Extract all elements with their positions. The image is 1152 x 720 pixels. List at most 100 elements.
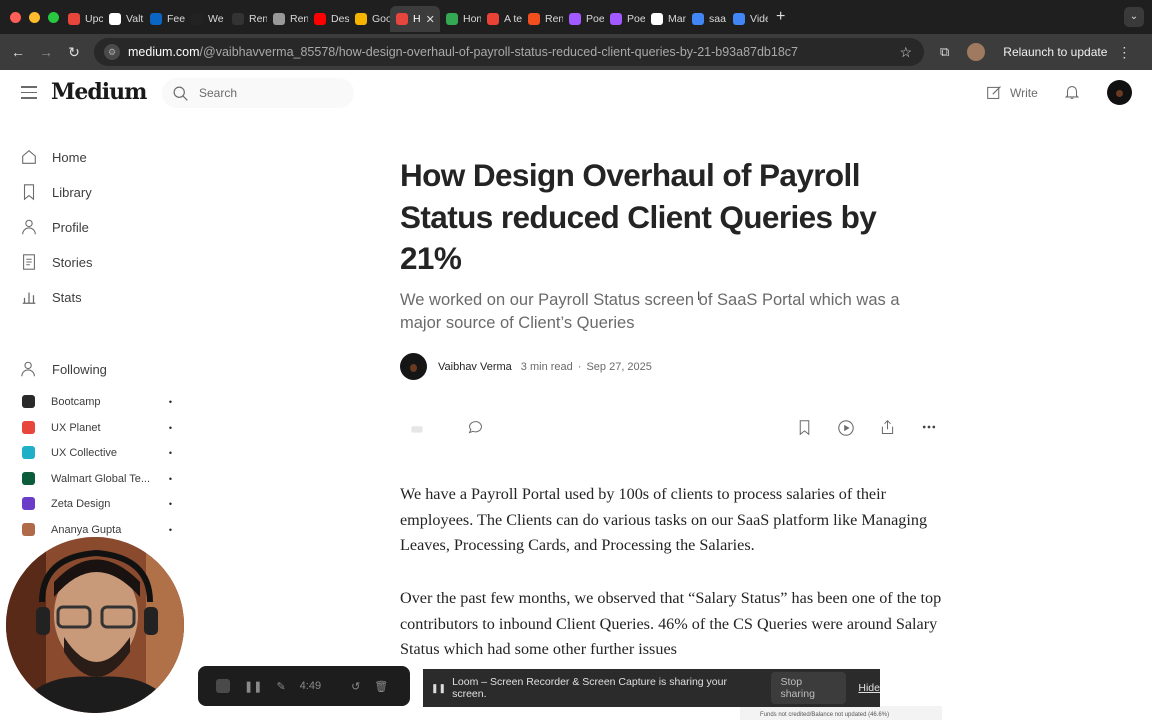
text-cursor-icon: I bbox=[697, 289, 701, 303]
following-item[interactable]: Bootcamp • bbox=[22, 395, 172, 408]
draw-icon[interactable]: ✎ bbox=[276, 680, 285, 693]
unread-dot-icon: • bbox=[168, 422, 172, 433]
search-input[interactable]: Search bbox=[162, 78, 354, 108]
relaunch-button[interactable]: Relaunch to update bbox=[995, 40, 1115, 64]
tab-label: H bbox=[413, 13, 421, 25]
comment-icon[interactable] bbox=[467, 419, 484, 436]
write-icon bbox=[987, 86, 1001, 99]
browser-tab[interactable]: Upc bbox=[62, 6, 103, 32]
following-item[interactable]: Ananya Gupta • bbox=[22, 523, 172, 536]
minimize-window-button[interactable] bbox=[29, 11, 40, 23]
browser-tab[interactable]: A te bbox=[481, 6, 522, 32]
stop-sharing-button[interactable]: Stop sharing bbox=[771, 672, 847, 704]
following-icon bbox=[21, 361, 35, 377]
browser-tab[interactable]: Goo bbox=[349, 6, 390, 32]
close-tab-icon[interactable]: ✕ bbox=[426, 13, 435, 26]
following-item[interactable]: UX Planet • bbox=[22, 421, 172, 434]
sidebar-item-home[interactable]: Home bbox=[20, 148, 87, 166]
maximize-window-button[interactable] bbox=[48, 11, 59, 23]
following-header[interactable]: Following bbox=[20, 360, 107, 378]
extensions-icon[interactable]: ⧉ bbox=[940, 44, 949, 60]
read-time: 3 min read bbox=[520, 360, 573, 373]
sidebar-item-stats[interactable]: Stats bbox=[20, 288, 82, 306]
bookmark-star-icon[interactable]: ☆ bbox=[899, 44, 912, 61]
pause-icon[interactable]: ❚❚ bbox=[244, 680, 262, 693]
menu-icon[interactable] bbox=[21, 86, 37, 103]
write-button[interactable]: Write bbox=[986, 84, 1038, 101]
publication-icon bbox=[22, 497, 35, 510]
browser-tab[interactable]: Poe bbox=[563, 6, 604, 32]
bookmark-add-icon[interactable] bbox=[796, 419, 813, 436]
notifications-bell-icon[interactable] bbox=[1063, 83, 1081, 106]
tab-search-icon[interactable]: ⌄ bbox=[1124, 7, 1144, 27]
sidebar-item-library[interactable]: Library bbox=[20, 183, 92, 201]
publication-icon bbox=[22, 395, 35, 408]
bookmark-icon bbox=[23, 184, 35, 201]
document-icon bbox=[23, 254, 35, 270]
tab-favicon-icon bbox=[733, 13, 745, 25]
hide-button[interactable]: Hide bbox=[858, 682, 880, 694]
browser-tab[interactable]: Ren bbox=[226, 6, 267, 32]
site-info-icon[interactable]: ⚙ bbox=[104, 44, 120, 60]
browser-tab[interactable]: H ✕ bbox=[390, 6, 440, 32]
author-avatar[interactable] bbox=[400, 353, 427, 380]
sidebar-item-stories[interactable]: Stories bbox=[20, 253, 92, 271]
back-icon[interactable]: ← bbox=[4, 44, 32, 60]
browser-tab[interactable]: We bbox=[185, 6, 226, 32]
delete-icon[interactable]: 🗑 bbox=[374, 680, 388, 693]
publication-icon bbox=[22, 523, 35, 536]
publication-icon bbox=[22, 472, 35, 485]
tab-favicon-icon bbox=[232, 13, 244, 25]
forward-icon[interactable]: → bbox=[32, 44, 60, 60]
following-item[interactable]: Walmart Global Te... • bbox=[22, 472, 172, 485]
reload-icon[interactable]: ↻ bbox=[60, 44, 88, 61]
browser-tab[interactable]: Ren bbox=[522, 6, 563, 32]
medium-logo[interactable]: Medium bbox=[51, 79, 147, 105]
restart-icon[interactable]: ↺ bbox=[351, 680, 360, 693]
bar-chart-icon bbox=[22, 292, 36, 304]
following-item[interactable]: Zeta Design • bbox=[22, 497, 172, 510]
browser-tab[interactable]: Vide bbox=[727, 6, 768, 32]
tab-favicon-icon bbox=[396, 13, 408, 25]
listen-play-icon[interactable] bbox=[837, 419, 855, 437]
close-window-button[interactable] bbox=[10, 11, 21, 23]
following-item-label: UX Collective bbox=[51, 446, 118, 459]
recording-timer: 4:49 bbox=[299, 680, 322, 692]
author-name[interactable]: Vaibhav Verma bbox=[438, 361, 512, 373]
browser-tab[interactable]: Fee bbox=[144, 6, 185, 32]
browser-tab[interactable]: Poe bbox=[604, 6, 645, 32]
home-icon bbox=[22, 149, 36, 164]
webcam-bubble[interactable] bbox=[6, 537, 184, 713]
tab-favicon-icon bbox=[569, 13, 581, 25]
browser-tab[interactable]: Man bbox=[645, 6, 686, 32]
search-icon bbox=[173, 86, 188, 101]
clap-icon[interactable] bbox=[409, 419, 425, 435]
tab-favicon-icon bbox=[651, 13, 663, 25]
profile-avatar[interactable] bbox=[967, 43, 986, 61]
share-icon[interactable] bbox=[879, 419, 896, 436]
more-options-icon[interactable] bbox=[921, 419, 937, 435]
address-bar[interactable]: ⚙ medium.com/@vaibhavverma_85578/how-des… bbox=[94, 38, 924, 66]
browser-menu-icon[interactable]: ⋮ bbox=[1117, 44, 1131, 61]
sidebar-item-label: Library bbox=[52, 184, 92, 200]
browser-tab[interactable]: Valt bbox=[103, 6, 144, 32]
tab-favicon-icon bbox=[355, 13, 367, 25]
tab-label: Fee bbox=[167, 13, 185, 25]
webcam-person-image bbox=[6, 537, 184, 713]
following-item[interactable]: UX Collective • bbox=[22, 446, 172, 459]
byline: Vaibhav Verma 3 min read · Sep 27, 2025 bbox=[400, 353, 652, 380]
sidebar-item-profile[interactable]: Profile bbox=[20, 218, 89, 236]
tab-favicon-icon bbox=[273, 13, 285, 25]
article-paragraph: We have a Payroll Portal used by 100s of… bbox=[400, 485, 928, 555]
browser-tab[interactable]: Ren bbox=[267, 6, 308, 32]
publication-icon bbox=[22, 446, 35, 459]
publish-date: Sep 27, 2025 bbox=[586, 360, 652, 373]
article-action-bar bbox=[400, 415, 940, 441]
browser-tab[interactable]: saa bbox=[686, 6, 727, 32]
share-pause-icon[interactable]: ❚❚ bbox=[431, 683, 446, 694]
new-tab-button[interactable]: + bbox=[776, 8, 785, 26]
browser-tab[interactable]: Hon bbox=[440, 6, 481, 32]
stop-recording-button[interactable] bbox=[216, 679, 230, 693]
browser-tab[interactable]: Des bbox=[308, 6, 349, 32]
user-avatar[interactable] bbox=[1107, 80, 1132, 105]
